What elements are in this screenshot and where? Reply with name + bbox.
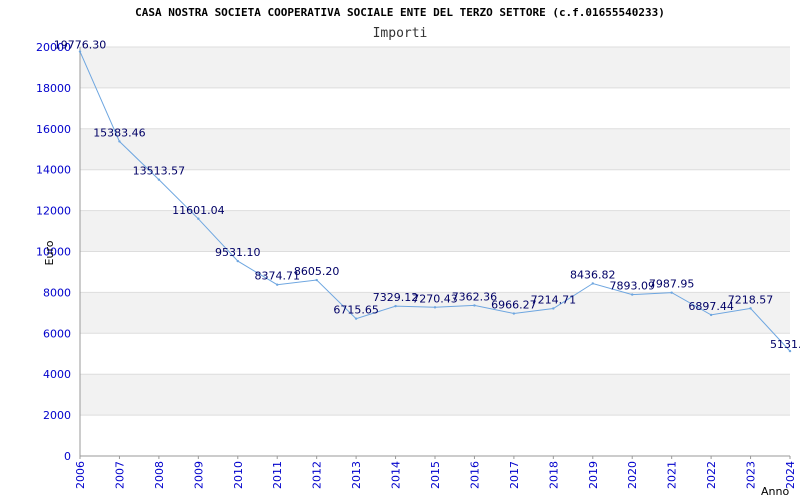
data-label: 8605.20 — [294, 265, 340, 278]
grid-bands — [80, 47, 790, 416]
chart-title: CASA NOSTRA SOCIETA COOPERATIVA SOCIALE … — [135, 6, 665, 19]
data-label: 6715.65 — [333, 304, 379, 317]
grid-band — [80, 128, 790, 170]
y-tick-label: 4000 — [43, 368, 71, 381]
data-point — [591, 282, 594, 285]
x-tick-label: 2011 — [271, 461, 284, 489]
x-tick-label: 2007 — [113, 461, 126, 489]
y-tick-label: 14000 — [36, 164, 71, 177]
data-point — [631, 293, 634, 296]
data-point — [197, 217, 200, 220]
data-point — [749, 307, 752, 310]
data-point — [552, 307, 555, 310]
data-label: 7987.95 — [649, 278, 695, 291]
x-tick-label: 2014 — [390, 461, 403, 489]
x-tick-label: 2012 — [311, 461, 324, 489]
x-tick-label: 2020 — [626, 461, 639, 489]
data-point — [512, 312, 516, 315]
data-point — [394, 304, 397, 308]
line-chart: CASA NOSTRA SOCIETA COOPERATIVA SOCIALE … — [36, 6, 800, 498]
data-point — [354, 317, 358, 320]
x-tick-label: 2013 — [350, 461, 363, 489]
data-label: 15383.46 — [93, 126, 146, 139]
chart-subtitle: Importi — [373, 26, 428, 41]
x-tick-label: 2010 — [232, 461, 245, 489]
data-point — [118, 140, 121, 143]
y-tick-label: 16000 — [36, 123, 71, 136]
data-point — [670, 291, 673, 294]
y-axis-label: Euro — [43, 240, 56, 265]
data-label: 5131.3 — [770, 338, 800, 351]
x-axis-label: Anno — [761, 485, 789, 498]
data-point — [315, 278, 318, 282]
data-point — [433, 306, 437, 309]
x-tick-label: 2023 — [745, 461, 758, 489]
data-label: 7218.57 — [728, 293, 774, 306]
grid-band — [80, 47, 790, 88]
data-point — [709, 313, 713, 317]
x-tick-label: 2006 — [74, 461, 87, 489]
data-point — [473, 304, 476, 307]
grid-band — [80, 374, 790, 416]
y-tick-label: 8000 — [43, 286, 71, 299]
y-tick-label: 12000 — [36, 205, 71, 218]
x-tick-labels: 2006 2007 2008 2009 2010 2011 2012 2013 2014 2015… — [74, 461, 797, 489]
data-point — [157, 178, 161, 181]
x-tick-label: 2018 — [547, 461, 560, 489]
data-label: 13513.57 — [133, 165, 186, 178]
x-tick-label: 2008 — [153, 461, 166, 489]
data-label: 11601.04 — [172, 204, 225, 217]
x-tick-label: 2017 — [508, 461, 521, 489]
y-tick-label: 2000 — [43, 409, 71, 422]
data-point — [276, 283, 279, 286]
y-tick-label: 6000 — [43, 327, 71, 340]
x-tick-label: 2016 — [468, 461, 481, 489]
x-tick-label: 2019 — [587, 461, 600, 489]
x-tick-label: 2022 — [705, 461, 718, 489]
data-label: 7214.71 — [531, 293, 577, 306]
x-tick-label: 2021 — [666, 461, 679, 489]
y-tick-label: 0 — [64, 450, 71, 463]
x-tick-label: 2015 — [429, 461, 442, 489]
x-tick-label: 2009 — [192, 461, 205, 489]
data-label: 9531.10 — [215, 246, 261, 259]
data-point — [236, 259, 239, 263]
y-tick-label: 18000 — [36, 82, 71, 95]
data-label: 19776.30 — [54, 39, 107, 52]
